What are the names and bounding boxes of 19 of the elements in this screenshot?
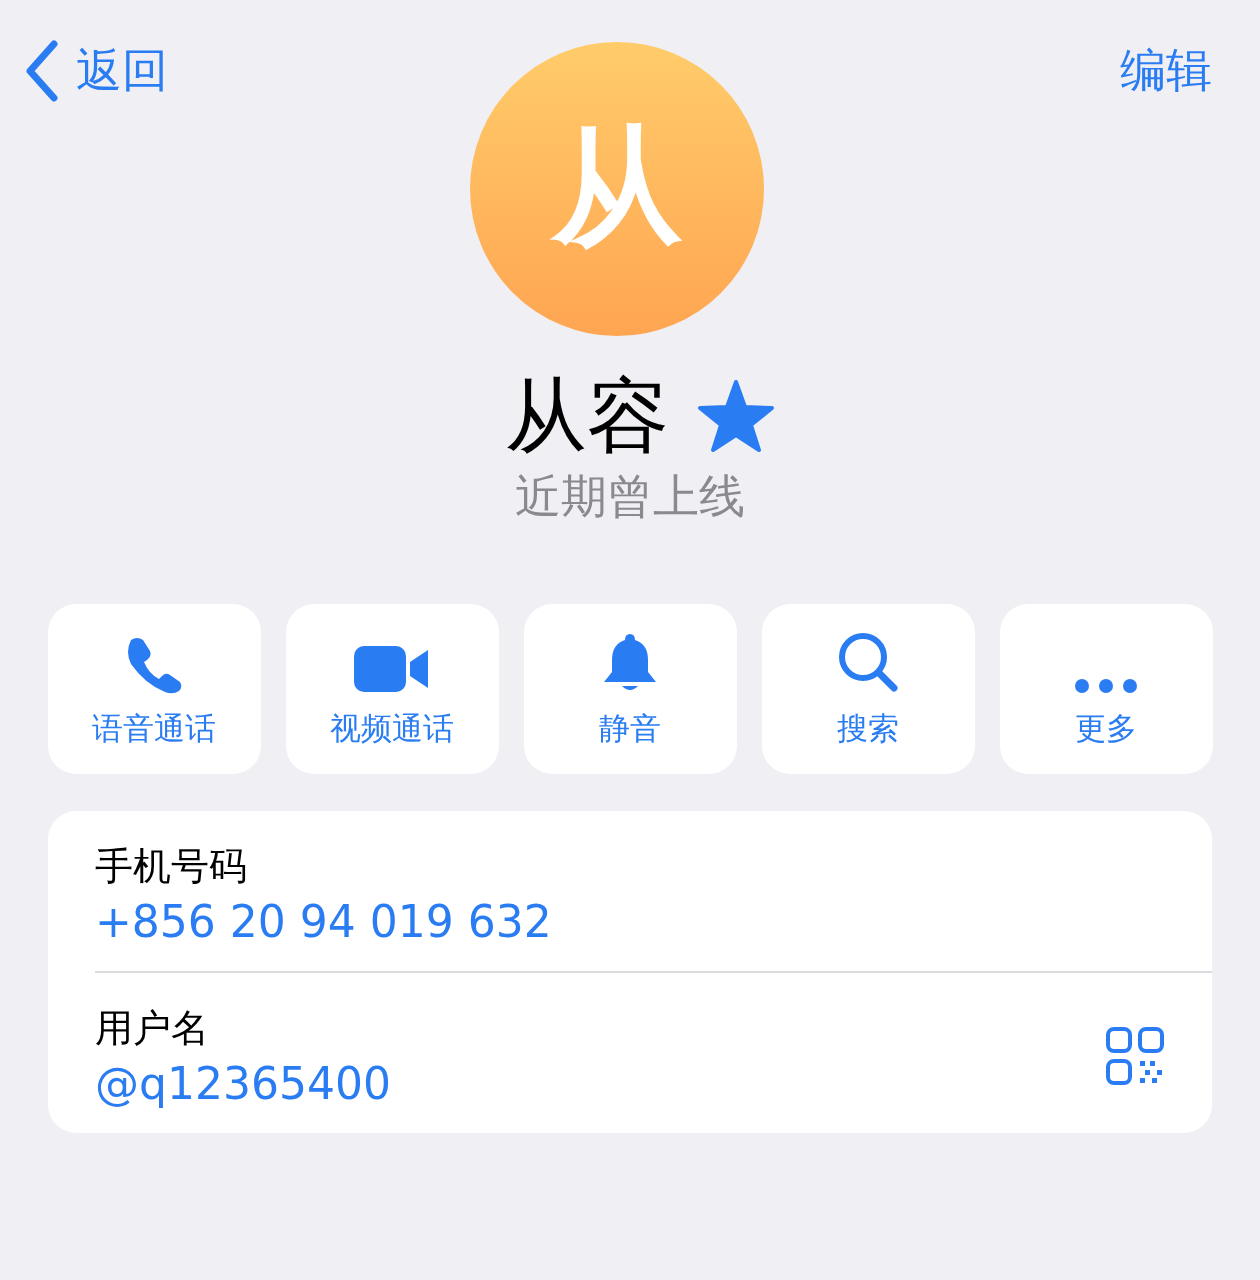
action-button[interactable]: 搜索 [761, 604, 975, 774]
field-label: 手机号码 [95, 843, 248, 890]
more-icon [1074, 678, 1138, 694]
field-value[interactable]: @q12365400 [95, 1058, 391, 1109]
contact-name: 从容 [505, 367, 669, 465]
action-button[interactable]: 语音通话 [47, 604, 261, 774]
back-button[interactable]: 返回 [22, 40, 168, 102]
edit-button[interactable]: 编辑 [1120, 40, 1212, 102]
field-value[interactable]: +856 20 94 019 632 [95, 896, 552, 947]
last-seen-status: 近期曾上线 [515, 468, 745, 525]
qr-code-icon[interactable] [1106, 1027, 1164, 1085]
action-button[interactable]: 静音 [523, 604, 737, 774]
star-icon [697, 379, 775, 453]
avatar: 从 [470, 42, 764, 336]
action-button[interactable]: 视频通话 [285, 604, 499, 774]
field-label: 用户名 [95, 1005, 210, 1052]
video-camera-icon [354, 644, 430, 694]
search-icon [836, 630, 900, 694]
action-button[interactable]: 更多 [999, 604, 1213, 774]
